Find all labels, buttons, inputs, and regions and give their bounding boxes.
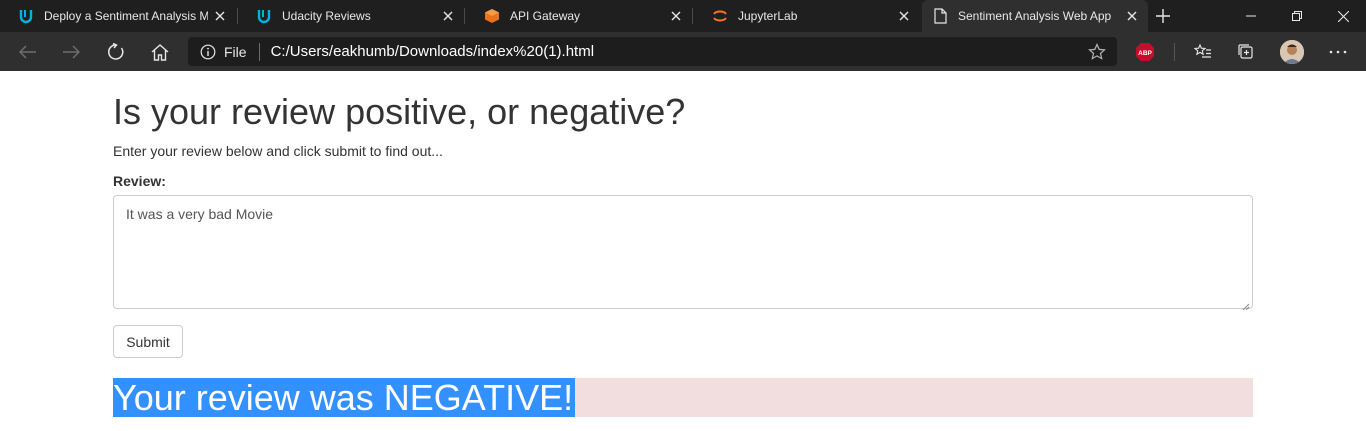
result-message: Your review was NEGATIVE! xyxy=(113,377,576,418)
svg-text:ABP: ABP xyxy=(1138,50,1152,57)
favorites-list-icon xyxy=(1194,44,1211,58)
home-button[interactable] xyxy=(146,38,174,66)
tab-divider xyxy=(692,8,693,24)
back-button[interactable] xyxy=(14,38,42,66)
favorites-button[interactable] xyxy=(1189,38,1217,66)
tab-title: API Gateway xyxy=(510,9,581,23)
page-content: Is your review positive, or negative? En… xyxy=(0,71,1366,431)
url-text[interactable]: C:/Users/eakhumb/Downloads/index%20(1).h… xyxy=(271,43,1087,60)
back-arrow-icon xyxy=(19,45,36,59)
favorite-star-icon[interactable] xyxy=(1087,42,1107,62)
tab-sentiment-web-app[interactable]: Sentiment Analysis Web App xyxy=(922,0,1148,32)
tab-title: Sentiment Analysis Web App xyxy=(958,9,1112,23)
home-icon xyxy=(151,43,169,61)
tab-deploy-sentiment[interactable]: Deploy a Sentiment Analysis M xyxy=(0,0,236,32)
udacity-icon xyxy=(256,8,272,24)
minimize-icon xyxy=(1246,15,1256,17)
udacity-icon xyxy=(18,8,34,24)
close-tab-icon[interactable] xyxy=(1124,8,1140,24)
refresh-button[interactable] xyxy=(102,38,130,66)
restore-button[interactable] xyxy=(1274,0,1320,32)
adblock-plus-icon[interactable]: ABP xyxy=(1135,42,1155,62)
address-divider xyxy=(258,42,260,61)
restore-icon xyxy=(1292,11,1302,21)
tab-divider xyxy=(464,8,465,24)
settings-more-button[interactable] xyxy=(1324,38,1352,66)
page-title: Is your review positive, or negative? xyxy=(113,91,686,132)
info-icon[interactable] xyxy=(200,44,216,60)
profile-avatar[interactable] xyxy=(1280,40,1304,64)
collections-button[interactable] xyxy=(1232,38,1260,66)
tab-udacity-reviews[interactable]: Udacity Reviews xyxy=(238,0,464,32)
review-label: Review: xyxy=(113,173,166,189)
tab-title: JupyterLab xyxy=(738,9,798,23)
collections-icon xyxy=(1238,44,1253,59)
tab-strip: Deploy a Sentiment Analysis M Udacity Re… xyxy=(0,0,1366,32)
address-bar[interactable]: File C:/Users/eakhumb/Downloads/index%20… xyxy=(188,37,1117,66)
jupyter-icon xyxy=(712,8,728,24)
more-dots-icon xyxy=(1329,50,1347,54)
page-subtitle: Enter your review below and click submit… xyxy=(113,143,443,159)
close-tab-icon[interactable] xyxy=(212,8,228,24)
scheme-label: File xyxy=(224,43,247,60)
close-tab-icon[interactable] xyxy=(896,8,912,24)
tab-title: Deploy a Sentiment Analysis M xyxy=(44,9,208,23)
tab-jupyterlab[interactable]: JupyterLab xyxy=(694,0,920,32)
aws-api-gateway-icon xyxy=(484,8,500,24)
tab-api-gateway[interactable]: API Gateway xyxy=(466,0,692,32)
result-alert: Your review was NEGATIVE! xyxy=(113,378,1253,417)
new-tab-button[interactable] xyxy=(1153,7,1173,25)
close-window-button[interactable] xyxy=(1320,0,1366,32)
close-tab-icon[interactable] xyxy=(440,8,456,24)
page-icon xyxy=(932,8,948,24)
review-textarea[interactable]: It was a very bad Movie xyxy=(113,195,1253,311)
minimize-button[interactable] xyxy=(1228,0,1274,32)
refresh-icon xyxy=(108,43,124,60)
browser-toolbar: File C:/Users/eakhumb/Downloads/index%20… xyxy=(0,32,1366,71)
tab-title: Udacity Reviews xyxy=(282,9,371,23)
review-text: It was a very bad Movie xyxy=(126,206,274,222)
toolbar-divider xyxy=(1174,43,1175,61)
submit-button[interactable]: Submit xyxy=(113,325,183,358)
plus-icon xyxy=(1156,9,1170,23)
forward-button[interactable] xyxy=(57,38,85,66)
resize-grip-icon[interactable] xyxy=(1242,298,1250,311)
forward-arrow-icon xyxy=(63,45,80,59)
close-tab-icon[interactable] xyxy=(668,8,684,24)
close-icon xyxy=(1337,10,1349,22)
